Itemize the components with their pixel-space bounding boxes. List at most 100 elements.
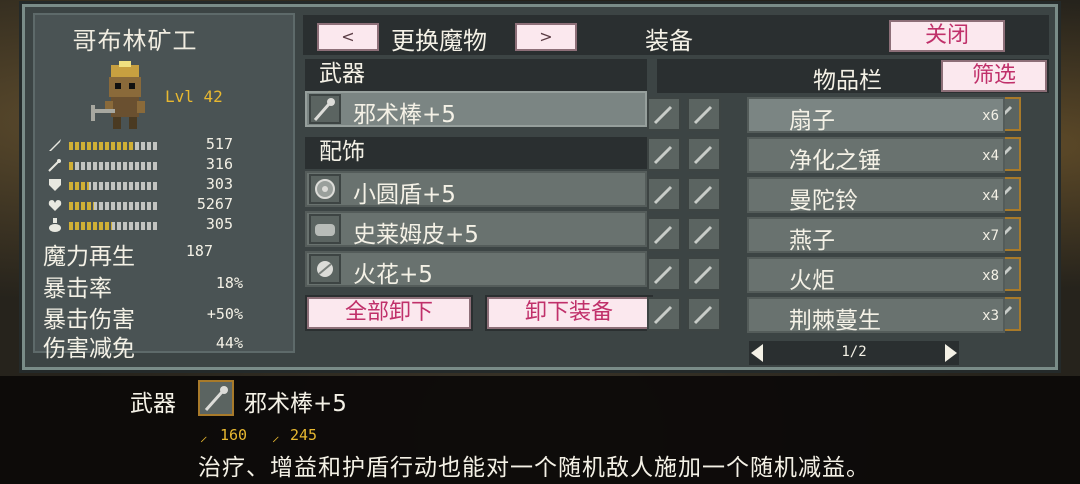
filter-button[interactable]: 筛选 (941, 60, 1047, 92)
inventory-slot[interactable] (687, 177, 721, 211)
equipment-window: 哥布林矿工 Lvl 42 517 316 303 5267 305 魔力再生 1… (22, 4, 1058, 370)
inventory-item[interactable]: 火炬 x8 (747, 257, 1005, 294)
heart-icon (48, 200, 62, 211)
stat-value: 303 (205, 175, 233, 193)
stat-row-magic: 316 (47, 155, 233, 175)
attr-label: 暴击率 (43, 276, 112, 302)
inventory-slot[interactable] (687, 257, 721, 291)
weapon-slot-row[interactable]: 邪术棒+5 (305, 91, 647, 128)
accessory-slot-row[interactable]: 史莱姆皮+5 (305, 211, 647, 248)
stat-fill (69, 222, 113, 230)
item-name: 火炬 (789, 268, 835, 294)
item-name: 净化之锤 (789, 148, 881, 174)
item-qty: x4 (982, 188, 999, 204)
accessory-name: 小圆盾+5 (353, 182, 456, 208)
inventory-slot[interactable] (687, 217, 721, 251)
staff-icon (309, 94, 341, 124)
spark-icon (309, 254, 341, 284)
attr-damage-reduction: 伤害减免 44% (43, 329, 243, 362)
item-name: 扇子 (789, 108, 835, 134)
buckler-icon (309, 174, 341, 204)
flask-icon (49, 218, 61, 232)
inventory-slot[interactable] (647, 257, 681, 291)
inventory-slot[interactable] (687, 97, 721, 131)
page-next-icon[interactable] (945, 344, 957, 362)
slime-hide-icon (309, 214, 341, 244)
tooltip-kind: 武器 (130, 391, 176, 417)
next-monster-button[interactable]: > (515, 23, 577, 51)
tooltip-magic-icon: ⸝ (272, 427, 280, 445)
accessory-name: 史莱姆皮+5 (353, 222, 479, 248)
attr-crit-damage: 暴击伤害 +50% (43, 300, 243, 333)
tooltip-attack-icon: ⸝ (200, 427, 208, 445)
page-indicator: 1/2 (841, 344, 867, 360)
inventory-slot[interactable] (647, 177, 681, 211)
inventory-title: 物品栏 (813, 68, 882, 94)
staff-icon (198, 380, 234, 416)
item-qty: x4 (982, 148, 999, 164)
item-qty: x3 (982, 308, 999, 324)
inventory-slot[interactable] (687, 297, 721, 331)
top-bar: < 更换魔物 > 装备 关闭 (303, 15, 1049, 55)
attr-value: 44% (215, 334, 243, 352)
hero-level: Lvl 42 (165, 87, 223, 106)
weapon-name: 邪术棒+5 (353, 102, 456, 128)
accessory-name: 火花+5 (353, 262, 433, 288)
tooltip-description: 治疗、增益和护盾行动也能对一个随机敌人施加一个随机减益。 (198, 455, 870, 481)
sword-icon (49, 139, 61, 151)
inventory-item[interactable]: 荆棘蔓生 x3 (747, 297, 1005, 334)
accessory-slot-row[interactable]: 火花+5 (305, 251, 647, 288)
attr-label: 魔力再生 (43, 244, 135, 270)
hero-panel: 哥布林矿工 Lvl 42 517 316 303 5267 305 魔力再生 1… (33, 13, 295, 362)
stat-row-health: 5267 (47, 195, 233, 215)
item-name: 荆棘蔓生 (789, 308, 881, 334)
weapon-header: 武器 (305, 59, 647, 91)
attr-value: 18% (215, 274, 243, 292)
attr-value: 187 (185, 242, 213, 260)
inventory-slot[interactable] (647, 137, 681, 171)
unequip-button[interactable]: 卸下装备 (487, 297, 651, 329)
inventory-header: 物品栏 筛选 (657, 59, 1049, 94)
stat-value: 517 (205, 135, 233, 153)
item-qty: x7 (982, 228, 999, 244)
unequip-all-button[interactable]: 全部卸下 (307, 297, 471, 329)
inventory-pager: 1/2 (749, 341, 959, 365)
tooltip-name: 邪术棒+5 (244, 391, 347, 417)
inventory-item[interactable]: 扇子 x6 (747, 97, 1005, 134)
shield-icon (49, 179, 61, 191)
inventory-item[interactable]: 净化之锤 x4 (747, 137, 1005, 174)
accessory-header: 配饰 (305, 137, 647, 169)
stat-row-attack: 517 (47, 135, 233, 155)
item-name: 燕子 (789, 228, 835, 254)
inventory-item[interactable]: 燕子 x7 (747, 217, 1005, 254)
inventory-slot[interactable] (647, 297, 681, 331)
stat-row-mana: 305 (47, 215, 233, 235)
change-monster-label: 更换魔物 (391, 27, 487, 55)
attr-label: 伤害减免 (43, 336, 135, 362)
stat-fill (69, 182, 89, 190)
stat-fill (69, 142, 134, 150)
tooltip-magic: 245 (290, 426, 318, 444)
close-button[interactable]: 关闭 (889, 20, 1005, 52)
item-qty: x8 (982, 268, 999, 284)
item-name: 曼陀铃 (789, 188, 858, 214)
attr-crit-rate: 暴击率 18% (43, 269, 243, 302)
prev-monster-button[interactable]: < (317, 23, 379, 51)
stat-row-defense: 303 (47, 175, 233, 195)
inventory-item[interactable]: 曼陀铃 x4 (747, 177, 1005, 214)
inventory-slot[interactable] (647, 217, 681, 251)
attr-value: +50% (206, 305, 243, 323)
tooltip-attack: 160 (220, 426, 248, 444)
item-tooltip: 武器 邪术棒+5 ⸝ 160 ⸝ 245 治疗、增益和护盾行动也能对一个随机敌人… (0, 376, 1080, 484)
stat-fill (69, 202, 95, 210)
stat-value: 5267 (196, 195, 233, 213)
stat-value: 305 (205, 215, 233, 233)
accessory-slot-row[interactable]: 小圆盾+5 (305, 171, 647, 208)
equipment-title: 装备 (645, 27, 693, 55)
wand-icon (48, 159, 61, 172)
stat-value: 316 (205, 155, 233, 173)
inventory-slot[interactable] (687, 137, 721, 171)
inventory-slot[interactable] (647, 97, 681, 131)
item-qty: x6 (982, 108, 999, 124)
goblin-miner-portrait (91, 61, 145, 129)
